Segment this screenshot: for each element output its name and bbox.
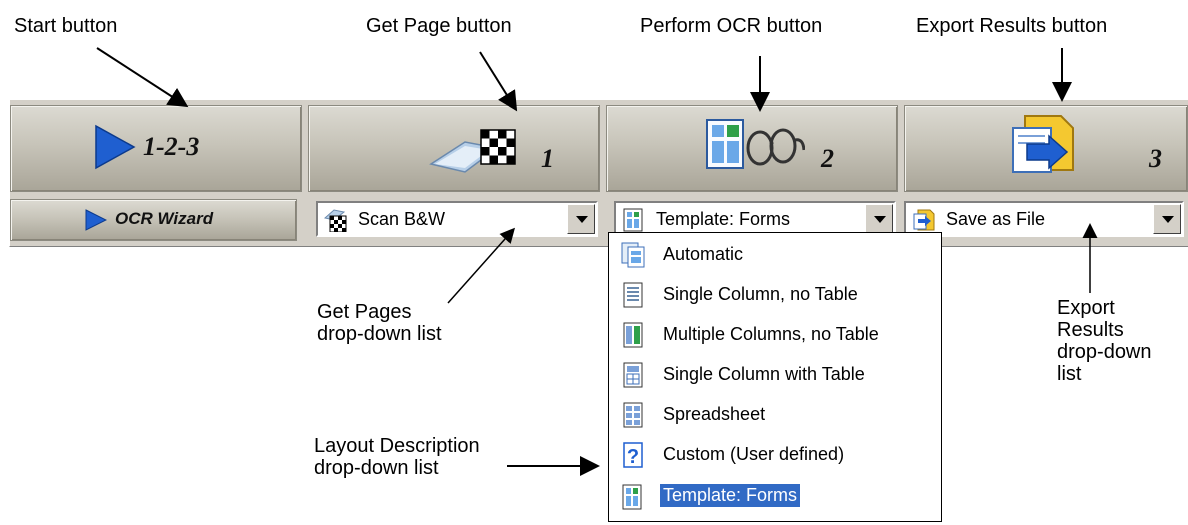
get-pages-value: Scan B&W <box>358 209 446 229</box>
step-1-label: 1 <box>541 144 554 173</box>
template-forms-icon <box>623 208 643 232</box>
callout-get-page-button: Get Page button <box>366 15 512 37</box>
callout-perform-ocr-button: Perform OCR button <box>640 15 823 37</box>
question-mark-icon: ? <box>623 442 643 468</box>
get-pages-dropdown[interactable]: Scan B&W <box>316 201 598 237</box>
callout-start-button: Start button <box>14 15 118 37</box>
step-2-label: 2 <box>821 144 834 173</box>
multiple-columns-icon <box>623 322 643 348</box>
layout-option-label: Multiple Columns, no Table <box>663 324 879 344</box>
layout-option-spreadsheet[interactable]: Spreadsheet <box>611 395 939 435</box>
layout-option-custom[interactable]: ? Custom (User defined) <box>611 435 939 475</box>
save-file-icon <box>913 209 935 231</box>
export-dropdown-arrow[interactable] <box>1153 204 1181 234</box>
callout-arrows <box>96 47 1098 476</box>
export-folder-icon <box>1012 115 1074 173</box>
svg-text:?: ? <box>627 446 639 468</box>
ocr-glasses-icon <box>706 119 805 169</box>
layout-option-single-column[interactable]: Single Column, no Table <box>611 275 939 315</box>
callout-export-results-button: Export Results button <box>916 15 1108 37</box>
play-arrow-icon <box>95 124 136 170</box>
ocr-wizard-button[interactable]: OCR Wizard <box>10 199 297 241</box>
perform-ocr-button[interactable]: 2 <box>606 105 898 192</box>
ocr-wizard-label: OCR Wizard <box>115 209 214 228</box>
start-button-label: 1-2-3 <box>143 132 200 161</box>
scan-bw-icon <box>324 209 347 232</box>
callout-get-pages-list: Get Pages drop-down list <box>317 301 442 345</box>
export-results-button[interactable]: 3 <box>904 105 1188 192</box>
export-results-dropdown[interactable]: Save as File <box>904 201 1184 237</box>
export-results-value: Save as File <box>946 209 1046 229</box>
layout-option-automatic[interactable]: Automatic <box>611 235 939 275</box>
layout-option-label: Automatic <box>663 244 744 264</box>
single-column-icon <box>623 282 643 308</box>
layout-option-label: Single Column with Table <box>663 364 865 384</box>
callout-export-results-list: Export Results drop-down list <box>1057 297 1152 385</box>
get-page-button[interactable]: 1 <box>308 105 600 192</box>
layout-description-value: Template: Forms <box>656 209 791 229</box>
start-button[interactable]: 1-2-3 <box>10 105 302 192</box>
layout-dropdown-arrow[interactable] <box>865 204 893 234</box>
step-3-label: 3 <box>1149 144 1162 173</box>
layout-option-label: Single Column, no Table <box>663 284 858 304</box>
spreadsheet-icon <box>623 402 643 428</box>
layout-option-label: Template: Forms <box>660 484 801 507</box>
scanner-icon <box>429 129 516 173</box>
template-forms-icon <box>622 484 642 510</box>
layout-option-single-column-table[interactable]: Single Column with Table <box>611 355 939 395</box>
layout-option-multiple-columns[interactable]: Multiple Columns, no Table <box>611 315 939 355</box>
get-pages-dropdown-arrow[interactable] <box>567 204 595 234</box>
callout-layout-description-list: Layout Description drop-down list <box>314 435 480 479</box>
layout-option-label: Spreadsheet <box>663 404 766 424</box>
play-arrow-icon <box>85 209 107 231</box>
layout-description-list: Automatic Single Column, no Table Multip… <box>608 232 942 522</box>
layout-option-label: Custom (User defined) <box>663 444 845 464</box>
automatic-icon <box>621 242 645 268</box>
layout-option-template-forms[interactable]: Template: Forms <box>611 477 939 517</box>
ocr-toolbar: 1-2-3 1 2 3 OCR Wizard Scan B&W Template… <box>9 99 1188 247</box>
single-column-table-icon <box>623 362 643 388</box>
